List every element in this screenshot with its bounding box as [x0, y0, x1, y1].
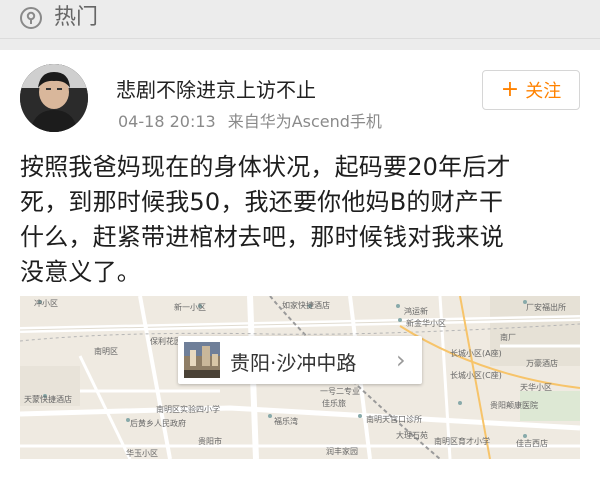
- location-card[interactable]: 贵阳·沙冲中路 ›: [178, 336, 422, 384]
- map-label: 长城小区(C座): [450, 371, 502, 380]
- post-timestamp: 04-18 20:13: [118, 112, 216, 131]
- map-label: 长城小区(A座): [450, 349, 502, 358]
- map-label: 新金华小区: [406, 319, 446, 328]
- post-meta: 04-18 20:13 来自华为Ascend手机: [118, 108, 382, 132]
- map-label: 南厂: [500, 333, 516, 342]
- post-text-line: 什么，赶紧带进棺材去吧，那时候钱对我来说: [20, 223, 504, 251]
- map-label: 福乐湾: [274, 417, 298, 426]
- map-label: 后黄乡人民政府: [130, 419, 186, 428]
- map-label: 润丰家园: [326, 447, 358, 456]
- map-label: 如家快捷酒店: [282, 301, 330, 310]
- map-label: 新一小区: [174, 303, 206, 312]
- username[interactable]: 悲剧不除进京上访不止: [116, 74, 316, 103]
- map-label: 佳乐旅: [322, 399, 346, 408]
- plus-icon: +: [500, 77, 520, 102]
- follow-label: 关注: [525, 81, 562, 102]
- weibo-post-card: 悲剧不除进京上访不止 04-18 20:13 来自华为Ascend手机 + 关注 …: [0, 50, 600, 497]
- location-pin-icon: [20, 7, 42, 29]
- post-text-line: 死，到那时候我50，我还要你他妈B的财产干: [20, 188, 504, 216]
- top-bar: 热门: [0, 0, 600, 39]
- avatar[interactable]: [20, 64, 88, 132]
- chevron-right-icon: ›: [396, 346, 406, 374]
- location-map[interactable]: 冲小区 新一小区 如家快捷酒店 鸿运新 新金华小区 南厂 厂安福出所 保利花园 …: [20, 296, 580, 459]
- map-label: 厂安福出所: [526, 303, 566, 312]
- map-label: 华玉小区: [126, 449, 158, 458]
- map-label: 南明区: [94, 347, 118, 356]
- post-text-line: 没意义了。: [20, 258, 141, 286]
- map-label: 大理石苑: [396, 431, 428, 440]
- post-text-line: 按照我爸妈现在的身体状况，起码要20年后才: [20, 153, 511, 181]
- map-label: 一号二专业: [320, 387, 360, 396]
- location-thumbnail: [184, 342, 220, 378]
- map-label: 南明区实验四小学: [156, 405, 220, 414]
- post-text: 按照我爸妈现在的身体状况，起码要20年后才 死，到那时候我50，我还要你他妈B的…: [20, 150, 586, 290]
- follow-button[interactable]: + 关注: [482, 70, 580, 110]
- map-label: 佳吉西店: [516, 439, 548, 448]
- map-label: 贵阳市: [198, 437, 222, 446]
- map-label: 天华小区: [520, 383, 552, 392]
- location-name: 贵阳·沙冲中路: [230, 351, 357, 375]
- map-label: 天蒙快捷酒店: [24, 395, 72, 404]
- header-title[interactable]: 热门: [54, 4, 98, 32]
- map-label: 鸿运新: [404, 307, 428, 316]
- map-label: 南明天官口诊所: [366, 415, 422, 424]
- map-label: 冲小区: [34, 299, 58, 308]
- map-label: 贵阳颠康医院: [490, 401, 538, 410]
- post-source: 来自华为Ascend手机: [227, 112, 382, 131]
- map-label: 南明区育才小学: [434, 437, 490, 446]
- map-label: 万豪酒店: [526, 359, 558, 368]
